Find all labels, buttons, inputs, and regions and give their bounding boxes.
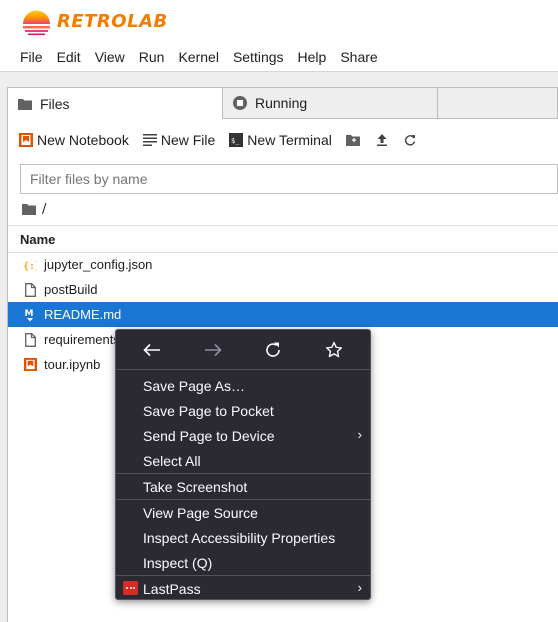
- menu-kernel[interactable]: Kernel: [171, 49, 225, 65]
- list-item[interactable]: {:} jupyter_config.json: [8, 252, 558, 277]
- file-name: jupyter_config.json: [44, 257, 153, 272]
- bookmark-star-icon[interactable]: [317, 335, 351, 365]
- menu-run[interactable]: Run: [132, 49, 172, 65]
- svg-text:M: M: [25, 309, 34, 319]
- breadcrumb-path: /: [42, 201, 47, 217]
- tab-running[interactable]: Running: [223, 87, 438, 119]
- folder-icon: [18, 97, 32, 111]
- list-item-selected[interactable]: M README.md: [8, 302, 558, 327]
- text-lines-icon: [142, 134, 157, 146]
- file-name: README.md: [44, 307, 122, 322]
- markdown-icon: M: [23, 307, 37, 323]
- filter-files-input[interactable]: Filter files by name: [20, 164, 558, 194]
- file-browser-toolbar: New Notebook New File $_ New Terminal: [19, 129, 432, 151]
- menu-file[interactable]: File: [13, 49, 50, 65]
- back-icon[interactable]: [135, 335, 169, 365]
- submenu-arrow-icon: ›: [357, 427, 362, 442]
- menu-item-label: Save Page to Pocket: [143, 402, 274, 419]
- file-name: tour.ipynb: [44, 357, 101, 372]
- new-notebook-label: New Notebook: [37, 132, 129, 148]
- new-terminal-label: New Terminal: [247, 132, 332, 148]
- home-folder-icon[interactable]: [22, 203, 36, 215]
- reload-icon[interactable]: [256, 335, 290, 365]
- menu-item-label: Inspect (Q): [143, 554, 213, 571]
- menu-settings[interactable]: Settings: [226, 49, 291, 65]
- menubar: File Edit View Run Kernel Settings Help …: [0, 42, 558, 72]
- menu-view[interactable]: View: [88, 49, 132, 65]
- context-menu: Save Page As… Save Page to Pocket Send P…: [115, 329, 371, 600]
- tab-files[interactable]: Files: [7, 87, 223, 119]
- menu-share[interactable]: Share: [333, 49, 384, 65]
- menu-item-label: LastPass: [143, 580, 201, 597]
- terminal-icon: $_: [229, 133, 244, 147]
- menu-select-all[interactable]: Select All: [116, 448, 370, 473]
- breadcrumb: /: [22, 200, 46, 218]
- menu-send-to-device[interactable]: Send Page to Device ›: [116, 423, 370, 448]
- tab-running-label: Running: [255, 95, 308, 111]
- svg-text:$_: $_: [231, 137, 240, 145]
- lastpass-icon: [123, 581, 138, 595]
- menu-help[interactable]: Help: [291, 49, 334, 65]
- submenu-arrow-icon: ›: [357, 580, 362, 595]
- menu-item-label: Send Page to Device: [143, 427, 275, 444]
- menu-item-label: Take Screenshot: [143, 478, 248, 495]
- menu-item-label: Save Page As…: [143, 377, 245, 394]
- menu-save-to-pocket[interactable]: Save Page to Pocket: [116, 398, 370, 423]
- notebook-icon: [19, 133, 33, 147]
- file-icon: [23, 282, 37, 298]
- upload-icon[interactable]: [376, 134, 388, 146]
- tab-bar-spacer: [438, 87, 558, 119]
- refresh-icon[interactable]: [404, 134, 416, 146]
- tab-files-label: Files: [40, 95, 70, 112]
- menu-inspect[interactable]: Inspect (Q): [116, 550, 370, 575]
- menu-item-label: View Page Source: [143, 504, 258, 521]
- new-file-button[interactable]: New File: [142, 132, 216, 148]
- logo-text: RETROLAB: [57, 11, 168, 32]
- app-header: RETROLAB: [0, 0, 558, 42]
- menu-lastpass[interactable]: LastPass ›: [116, 576, 370, 601]
- menu-view-page-source[interactable]: View Page Source: [116, 500, 370, 525]
- tab-bar: Files Running: [7, 87, 558, 119]
- svg-text:{:}: {:}: [23, 261, 37, 272]
- new-terminal-button[interactable]: $_ New Terminal: [229, 132, 332, 148]
- new-notebook-button[interactable]: New Notebook: [19, 132, 129, 148]
- context-menu-nav: [116, 330, 370, 370]
- notebook-icon: [23, 357, 37, 373]
- forward-icon[interactable]: [196, 335, 230, 365]
- column-name-label: Name: [20, 231, 56, 247]
- file-name: requirements: [44, 332, 120, 347]
- menu-item-label: Inspect Accessibility Properties: [143, 529, 336, 546]
- menu-edit[interactable]: Edit: [50, 49, 88, 65]
- menu-save-page-as[interactable]: Save Page As…: [116, 373, 370, 398]
- file-icon: [23, 332, 37, 348]
- list-item[interactable]: postBuild: [8, 277, 558, 302]
- json-icon: {:}: [23, 257, 37, 273]
- new-folder-icon[interactable]: [345, 134, 360, 146]
- stop-circle-icon: [233, 96, 247, 110]
- retrolab-logo-icon[interactable]: [20, 7, 53, 37]
- menu-item-label: Select All: [143, 452, 201, 469]
- menu-take-screenshot[interactable]: Take Screenshot: [116, 474, 370, 499]
- context-menu-group-page: Save Page As… Save Page to Pocket Send P…: [116, 370, 370, 473]
- listing-header-name[interactable]: Name: [8, 225, 558, 253]
- new-file-label: New File: [160, 132, 216, 148]
- menu-inspect-accessibility[interactable]: Inspect Accessibility Properties: [116, 525, 370, 550]
- file-name: postBuild: [44, 282, 98, 297]
